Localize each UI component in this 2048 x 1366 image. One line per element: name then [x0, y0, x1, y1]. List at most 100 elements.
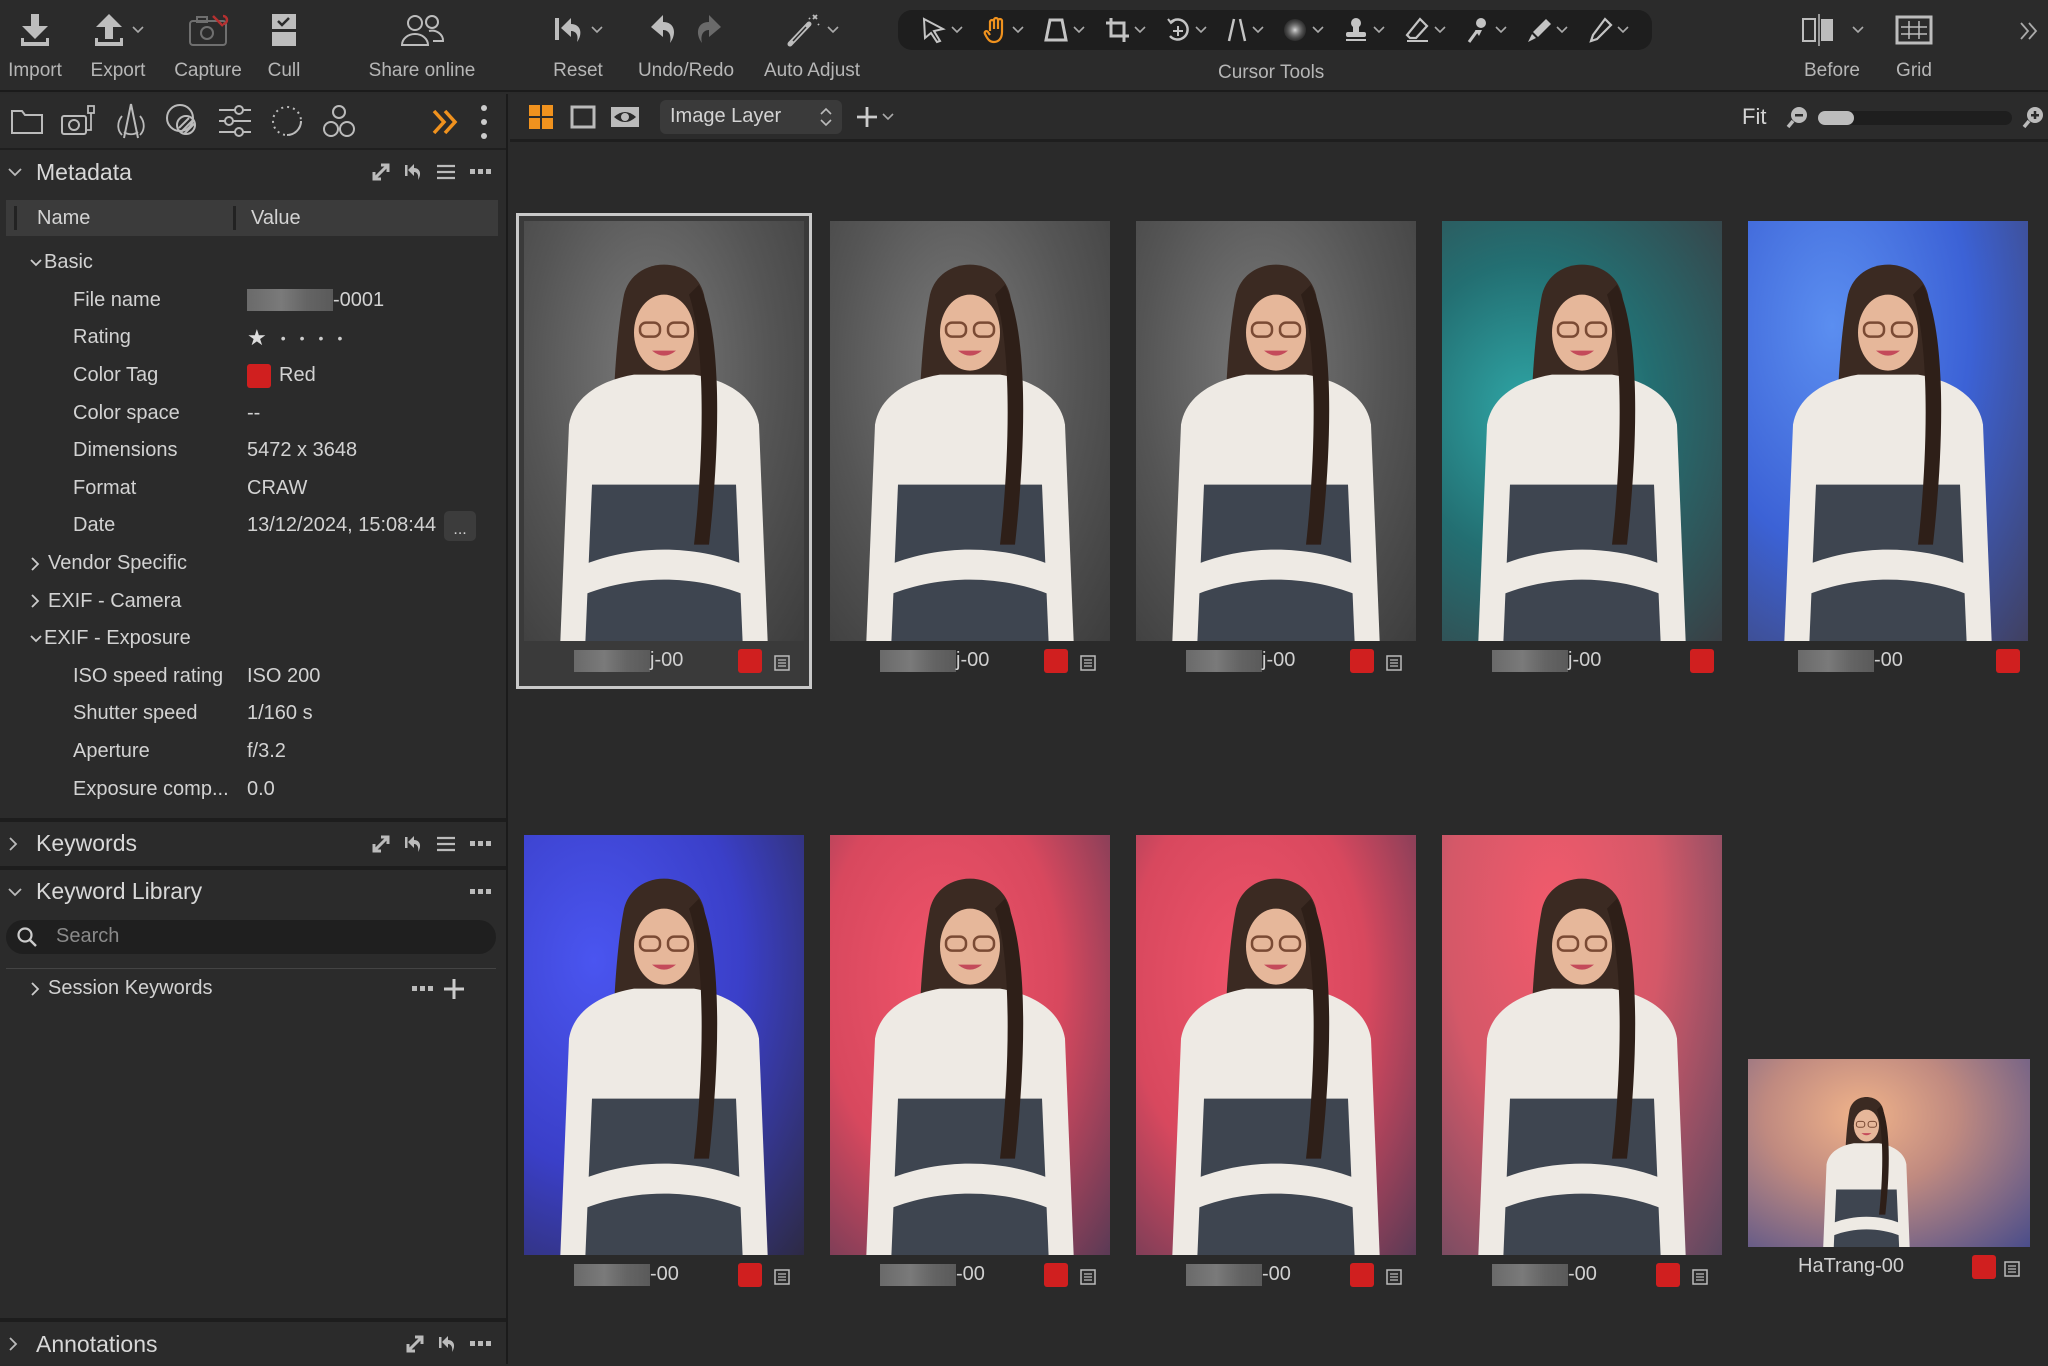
pan-tool[interactable] [982, 16, 1024, 44]
eye-icon[interactable] [610, 105, 640, 129]
chevron-down-icon[interactable] [1616, 26, 1629, 34]
group-vendor-specific[interactable]: Vendor Specific [0, 545, 506, 583]
metadata-note-icon[interactable] [2004, 1261, 2020, 1277]
grid-view-icon[interactable] [528, 104, 554, 130]
lens-correction-tool[interactable] [1226, 16, 1264, 44]
chevron-down-icon[interactable] [1073, 26, 1085, 34]
undo-icon[interactable] [649, 13, 679, 47]
metadata-note-icon[interactable] [774, 655, 790, 671]
color-tag-red[interactable] [1044, 649, 1068, 673]
add-icon[interactable] [443, 978, 465, 1000]
keyword-search-input[interactable] [56, 925, 456, 949]
annotate-tool[interactable] [1587, 16, 1629, 44]
star-empty-icon[interactable]: • [281, 330, 286, 346]
zoom-slider-thumb[interactable] [1818, 111, 1854, 125]
chevron-down-icon[interactable] [1312, 26, 1324, 34]
tab-adjustments[interactable] [212, 98, 258, 144]
thumbnail-image[interactable] [524, 835, 804, 1255]
zoom-slider[interactable] [1818, 111, 2012, 125]
toolbar-overflow-icon[interactable] [2018, 20, 2040, 42]
expand-icon[interactable] [372, 163, 390, 181]
chevron-down-icon[interactable] [1251, 26, 1264, 34]
expand-icon[interactable] [406, 1335, 424, 1353]
add-layer-icon[interactable] [856, 106, 878, 128]
metadata-note-icon[interactable] [774, 1269, 790, 1285]
group-basic[interactable]: Basic [0, 244, 506, 282]
chevron-down-icon[interactable] [1852, 26, 1864, 34]
chevron-down-icon[interactable] [1495, 26, 1507, 34]
column-value[interactable]: Value [251, 207, 301, 230]
color-tag-red[interactable] [1972, 1255, 1996, 1279]
reset-small-icon[interactable] [438, 1334, 456, 1354]
star-empty-icon[interactable]: • [337, 330, 342, 346]
zoom-fit-label[interactable]: Fit [1742, 104, 1766, 130]
erase-tool[interactable] [1404, 16, 1446, 44]
thumbnail-image[interactable] [524, 221, 804, 641]
share-online-button[interactable]: Share online [364, 0, 480, 92]
color-tag-red[interactable] [1044, 1263, 1068, 1287]
metadata-note-icon[interactable] [1386, 1269, 1402, 1285]
star-empty-icon[interactable]: • [319, 330, 324, 346]
metadata-header[interactable]: Metadata [0, 150, 506, 194]
list-menu-icon[interactable] [436, 164, 456, 180]
reset-small-icon[interactable] [404, 162, 422, 182]
thumbnail-image[interactable] [1136, 835, 1416, 1255]
metadata-note-icon[interactable] [1386, 655, 1402, 671]
reset-small-icon[interactable] [404, 834, 422, 854]
export-button[interactable]: Export [84, 0, 152, 92]
list-menu-icon[interactable] [436, 836, 456, 852]
before-after-button[interactable]: Before [1790, 0, 1874, 92]
keyword-library-header[interactable]: Keyword Library [0, 870, 506, 914]
session-keywords-item[interactable]: Session Keywords [0, 969, 506, 1009]
auto-adjust-button[interactable]: Auto Adjust [760, 0, 864, 92]
chevron-down-icon[interactable] [882, 112, 894, 121]
rating-stars[interactable]: ★ • • • • [247, 325, 342, 351]
thumbnail-image[interactable] [1442, 835, 1722, 1255]
grid-button[interactable]: Grid [1888, 0, 1940, 92]
tab-color[interactable] [160, 98, 206, 144]
tab-capture[interactable] [56, 98, 102, 144]
cull-button[interactable]: Cull [264, 0, 304, 92]
tab-styles[interactable] [316, 98, 362, 144]
crop-tool[interactable] [1104, 16, 1146, 44]
reset-button[interactable]: Reset [548, 0, 608, 92]
thumbnail-image[interactable] [1136, 221, 1416, 641]
chevron-down-icon[interactable] [1012, 26, 1024, 34]
tab-details[interactable] [264, 98, 310, 144]
layer-select[interactable]: Image Layer [660, 99, 842, 134]
color-tag-red[interactable] [738, 649, 762, 673]
group-exif-exposure[interactable]: EXIF - Exposure [0, 620, 506, 658]
more-options-icon[interactable] [412, 985, 434, 992]
chevron-down-icon[interactable] [951, 26, 963, 34]
zoom-in-icon[interactable] [2022, 105, 2046, 129]
more-tabs-icon[interactable] [430, 108, 460, 136]
column-name[interactable]: Name [37, 207, 233, 230]
zoom-out-icon[interactable] [1786, 105, 1810, 129]
import-button[interactable]: Import [2, 0, 68, 92]
more-options-icon[interactable] [470, 169, 492, 175]
expand-icon[interactable] [372, 835, 390, 853]
rotate-tool[interactable] [1165, 16, 1207, 44]
more-options-icon[interactable] [470, 840, 492, 847]
thumbnail-image[interactable] [830, 835, 1110, 1255]
chevron-down-icon[interactable] [827, 26, 839, 34]
capture-button[interactable]: Capture [170, 0, 246, 92]
chevron-down-icon[interactable] [591, 26, 603, 34]
color-tag-red[interactable] [1350, 1263, 1374, 1287]
brush-tool[interactable] [1526, 16, 1568, 44]
thumbnail-image[interactable] [1748, 1059, 2030, 1247]
chevron-down-icon[interactable] [1373, 26, 1385, 34]
color-picker-tool[interactable] [1465, 16, 1507, 44]
color-tag-red[interactable] [1690, 649, 1714, 673]
single-view-icon[interactable] [570, 105, 596, 129]
keystone-tool[interactable] [1043, 16, 1085, 44]
metadata-note-icon[interactable] [1692, 1269, 1708, 1285]
star-empty-icon[interactable]: • [300, 330, 305, 346]
vertical-ellipsis-icon[interactable] [480, 104, 488, 140]
more-options-icon[interactable] [470, 1341, 492, 1347]
chevron-down-icon[interactable] [1134, 26, 1146, 34]
tab-lens[interactable] [108, 98, 154, 144]
chevron-down-icon[interactable] [132, 26, 144, 34]
color-tag-red[interactable] [1656, 1263, 1680, 1287]
thumbnail-image[interactable] [1442, 221, 1722, 641]
